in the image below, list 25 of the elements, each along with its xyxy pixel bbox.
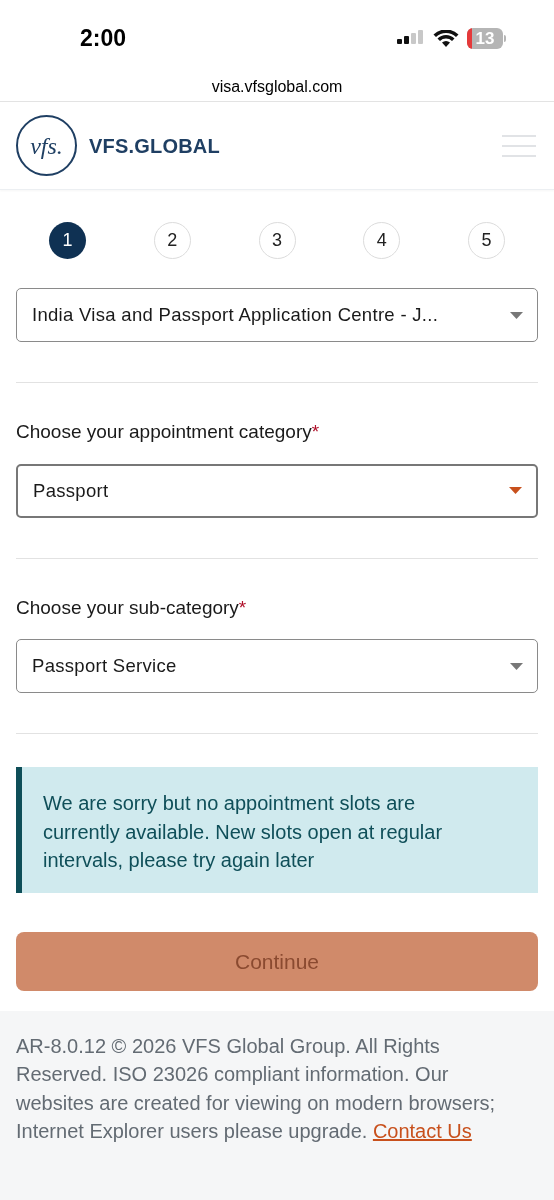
step-indicator[interactable]: 1 [49, 222, 86, 259]
footer-text: AR-8.0.12 © 2026 VFS Global Group. All Rights Reserved. ISO 23026 compliant information. Our websites are created for viewing on modern browsers; Internet Explorer users please upgrade. Contact Us [16, 1034, 497, 1144]
wifi-icon [433, 29, 459, 48]
field-label: Choose your appointment category [16, 420, 312, 444]
alert-message: We are sorry but no appointment slots are currently available. New slots open at regular intervals, please try again later [43, 791, 444, 873]
menu-button[interactable] [502, 132, 536, 159]
required-mark: * [238, 595, 247, 620]
step-indicator[interactable]: 5 [468, 222, 505, 259]
dropdown-field[interactable]: India Visa and Passport Application Centre - J... [16, 288, 538, 342]
required-mark: * [311, 420, 320, 444]
dropdown-field[interactable]: Passport Service [16, 639, 538, 693]
logo-text: VFS.GLOBAL [89, 133, 220, 159]
caret-icon [510, 662, 523, 670]
logo-mark: vfs. [16, 115, 77, 176]
step-indicator[interactable]: 2 [153, 222, 191, 259]
step-indicator[interactable]: 4 [363, 222, 401, 259]
caret-icon [509, 487, 522, 494]
battery-icon: 13 [467, 28, 503, 49]
field-label: Choose your sub-category [16, 595, 239, 620]
caret-icon [510, 311, 523, 319]
dropdown-field[interactable]: Passport [16, 463, 538, 518]
step-indicator[interactable]: 3 [258, 222, 296, 259]
status-time: 2:00 [80, 24, 127, 54]
contact-link[interactable]: Contact Us [372, 1119, 472, 1142]
url-text[interactable]: visa.vfsglobal.com [211, 75, 343, 99]
